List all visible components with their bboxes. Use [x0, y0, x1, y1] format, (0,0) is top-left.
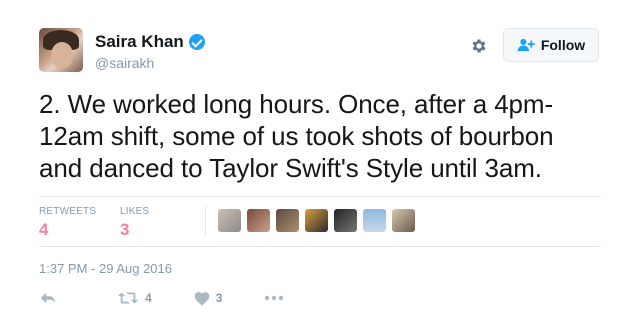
retweets-stat[interactable]: RETWEETS 4 [39, 206, 96, 240]
tweet-text-line: and danced to Taylor Swift's Style until… [39, 153, 542, 183]
follow-label: Follow [540, 37, 586, 53]
like-count: 3 [215, 291, 223, 305]
likes-stat[interactable]: LIKES 3 [120, 206, 149, 240]
follow-person-plus-icon [517, 38, 535, 52]
retweet-icon [117, 292, 139, 304]
retweets-label: RETWEETS [39, 206, 97, 217]
retweets-count: 4 [39, 220, 49, 239]
liker-avatar[interactable] [305, 209, 328, 232]
liker-avatars [218, 209, 421, 232]
avatar[interactable] [39, 28, 83, 72]
tweet-text-line: 2. We worked long hours. Once, after a 4… [39, 89, 554, 119]
more-dots-icon [265, 295, 284, 301]
gear-button[interactable] [468, 35, 490, 57]
follow-button[interactable]: Follow [503, 28, 599, 62]
reply-icon [40, 292, 56, 304]
avatar-face [51, 42, 73, 68]
likes-label: LIKES [120, 206, 150, 217]
heart-icon [194, 291, 210, 305]
name-row: Saira Khan [95, 32, 205, 52]
timestamp[interactable]: 1:37 PM - 29 Aug 2016 [39, 261, 172, 276]
liker-avatar[interactable] [218, 209, 241, 232]
user-handle[interactable]: @sairakh [95, 55, 154, 71]
liker-avatar[interactable] [276, 209, 299, 232]
liker-avatar[interactable] [392, 209, 415, 232]
action-bar: 4 3 [39, 290, 284, 306]
reply-button[interactable] [39, 290, 57, 306]
more-button[interactable] [264, 295, 284, 301]
stat-separator [205, 206, 206, 236]
display-name[interactable]: Saira Khan [95, 32, 184, 52]
divider [39, 196, 601, 197]
verified-badge-icon [188, 34, 205, 50]
gear-icon [472, 39, 486, 53]
liker-avatar[interactable] [247, 209, 270, 232]
retweet-count: 4 [145, 291, 152, 305]
tweet-text-line: 12am shift, some of us took shots of bou… [39, 121, 554, 151]
liker-avatar[interactable] [334, 209, 357, 232]
liker-avatar[interactable] [363, 209, 386, 232]
retweet-button[interactable]: 4 [117, 290, 152, 306]
like-button[interactable]: 3 [194, 291, 223, 306]
divider [39, 246, 601, 247]
tweet-card: Saira Khan @sairakh Follow 2. We worked … [0, 0, 636, 336]
tweet-text: 2. We worked long hours. Once, after a 4… [39, 88, 609, 184]
likes-count: 3 [120, 220, 130, 239]
